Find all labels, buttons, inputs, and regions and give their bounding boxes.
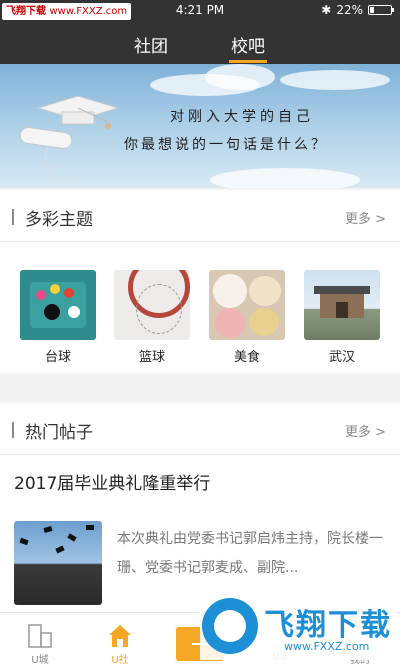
topic-label: 台球 [44, 350, 71, 365]
themes-section: 多彩主题 更多 > 台球 篮球 美食 武汉 [0, 190, 400, 373]
tab-label: U城 [31, 655, 49, 666]
topic-food[interactable]: 美食 [209, 270, 285, 365]
posts-section: 热门帖子 更多 > 2017届毕业典礼隆重举行 本次典礼由党委书记郭启炜主持，院… [0, 403, 400, 612]
topic-label: 美食 [233, 350, 260, 365]
post-description: 本次典礼由党委书记郭启炜主持，院长楼一珊、党委书记郭麦成、副院... [117, 531, 383, 576]
watermark-url-small: www.FXXZ.com [284, 640, 370, 653]
home-icon [109, 625, 131, 647]
tab-xiaoba[interactable]: 校吧 [218, 32, 278, 57]
basketball-hoop-image [114, 270, 190, 340]
topic-billiards[interactable]: 台球 [20, 270, 96, 365]
top-nav: 社团 校吧 [0, 22, 400, 64]
topic-basketball[interactable]: 篮球 [114, 270, 190, 365]
battery-icon [368, 5, 394, 15]
cloud-decoration [280, 70, 390, 90]
wuhan-gate-image [304, 270, 380, 340]
topic-label: 武汉 [328, 350, 355, 365]
tab-ushe[interactable]: U社 [85, 613, 155, 667]
cloud-decoration [205, 64, 275, 90]
banner-line2: 你最想说的一句话是什么？ [124, 137, 328, 153]
tab-ucheng[interactable]: U城 [5, 613, 75, 667]
watermark-logo-icon [202, 598, 258, 654]
building-icon [28, 624, 52, 648]
active-tab-indicator [229, 60, 267, 63]
posts-header: 热门帖子 更多 > [0, 403, 400, 455]
banner[interactable]: 对刚入大学的自己 你最想说的一句话是什么？ [0, 64, 400, 188]
topic-wuhan[interactable]: 武汉 [304, 270, 380, 365]
section-marker [12, 209, 14, 225]
posts-title: 热门帖子 [25, 423, 93, 443]
themes-header: 多彩主题 更多 > [0, 190, 400, 242]
battery-percent: 22% [336, 3, 363, 17]
tab-label: U社 [111, 655, 129, 666]
watermark-brand-large: 飞翔下载 [264, 608, 392, 643]
bluetooth-icon: ✱ [321, 3, 332, 17]
tab-shetuan[interactable]: 社团 [121, 32, 181, 57]
post-title[interactable]: 2017届毕业典礼隆重举行 [14, 469, 210, 494]
topic-label: 篮球 [138, 350, 165, 365]
post-thumbnail[interactable] [14, 521, 102, 605]
graduation-cap-icon [19, 95, 120, 183]
themes-more-link[interactable]: 更多 > [345, 208, 386, 227]
watermark-bottom: 飞翔下载 www.FXXZ.com [200, 596, 396, 660]
food-image [209, 270, 285, 340]
posts-more-link[interactable]: 更多 > [345, 421, 386, 440]
themes-title: 多彩主题 [25, 210, 93, 230]
cloud-decoration [210, 168, 360, 188]
status-bar: 飞翔下载 www.FXXZ.com 4:21 PM ✱ 22% [0, 0, 400, 22]
banner-line1: 对刚入大学的自己 [170, 109, 314, 125]
section-marker [12, 422, 14, 438]
billiards-image [20, 270, 96, 340]
